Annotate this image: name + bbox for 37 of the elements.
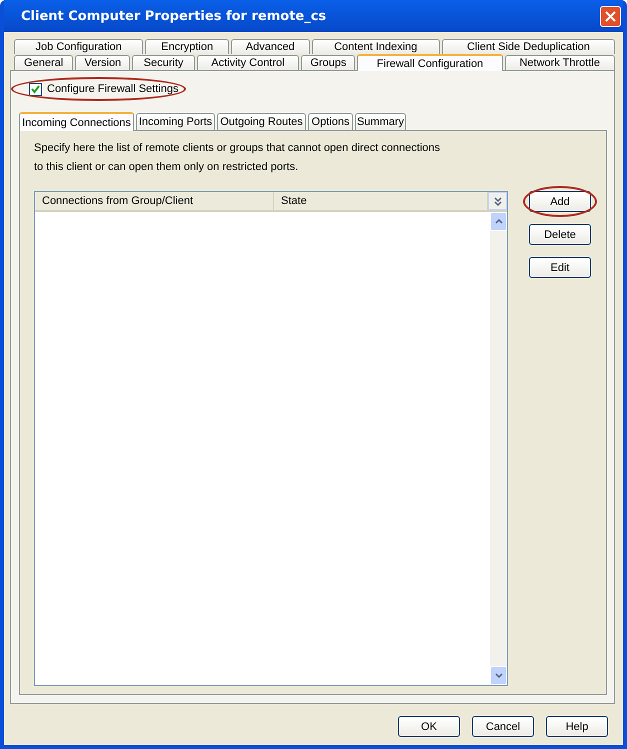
dialog-button[interactable]: Help (546, 716, 608, 737)
scrollbar[interactable] (490, 212, 507, 685)
checkbox[interactable] (29, 82, 42, 96)
configure-checkbox[interactable]: Configure Firewall Settings (19, 79, 178, 99)
action-button[interactable]: Edit (529, 257, 591, 278)
tab[interactable]: Groups (301, 55, 356, 70)
column-header[interactable]: Connections from Group/Client (35, 192, 274, 210)
dialog-button[interactable]: OK (398, 716, 460, 737)
checkbox-label: Configure Firewall Settings (47, 83, 178, 95)
chevron-icon (494, 196, 502, 206)
tab[interactable]: Incoming Connections (19, 112, 134, 131)
scroll-down-button[interactable] (490, 666, 507, 685)
tab[interactable]: Security (132, 55, 195, 70)
tab[interactable]: Outgoing Routes (217, 113, 306, 130)
tab[interactable]: Job Configuration (14, 39, 144, 54)
tab[interactable]: Options (308, 113, 353, 130)
check-icon (31, 84, 40, 94)
close-icon (605, 10, 616, 22)
tab[interactable]: Encryption (145, 39, 229, 54)
tab[interactable]: Summary (355, 113, 406, 130)
scroll-up-button[interactable] (490, 212, 507, 231)
tab[interactable]: Network Throttle (504, 55, 615, 70)
column-menu-button[interactable] (488, 192, 507, 210)
close-button[interactable] (600, 6, 621, 26)
tab[interactable]: Activity Control (196, 55, 300, 70)
tab[interactable]: Advanced (230, 39, 310, 54)
tab[interactable]: Client Side Deduplication (442, 39, 615, 54)
tab[interactable]: Version (75, 55, 130, 70)
tab[interactable]: General (14, 55, 74, 70)
dialog-button[interactable]: Cancel (472, 716, 534, 737)
tab[interactable]: Incoming Ports (136, 113, 215, 130)
action-button[interactable]: Add (529, 191, 591, 212)
description: Specify here the list of remote clients or groups that cannot open direct connections to this client or can open them only on restricted ports. (34, 141, 442, 175)
tab[interactable]: Firewall Configuration (357, 54, 502, 71)
tab[interactable]: Content Indexing (312, 39, 440, 54)
window-title: Client Computer Properties for remote_cs (21, 8, 326, 24)
action-button[interactable]: Delete (529, 224, 591, 245)
